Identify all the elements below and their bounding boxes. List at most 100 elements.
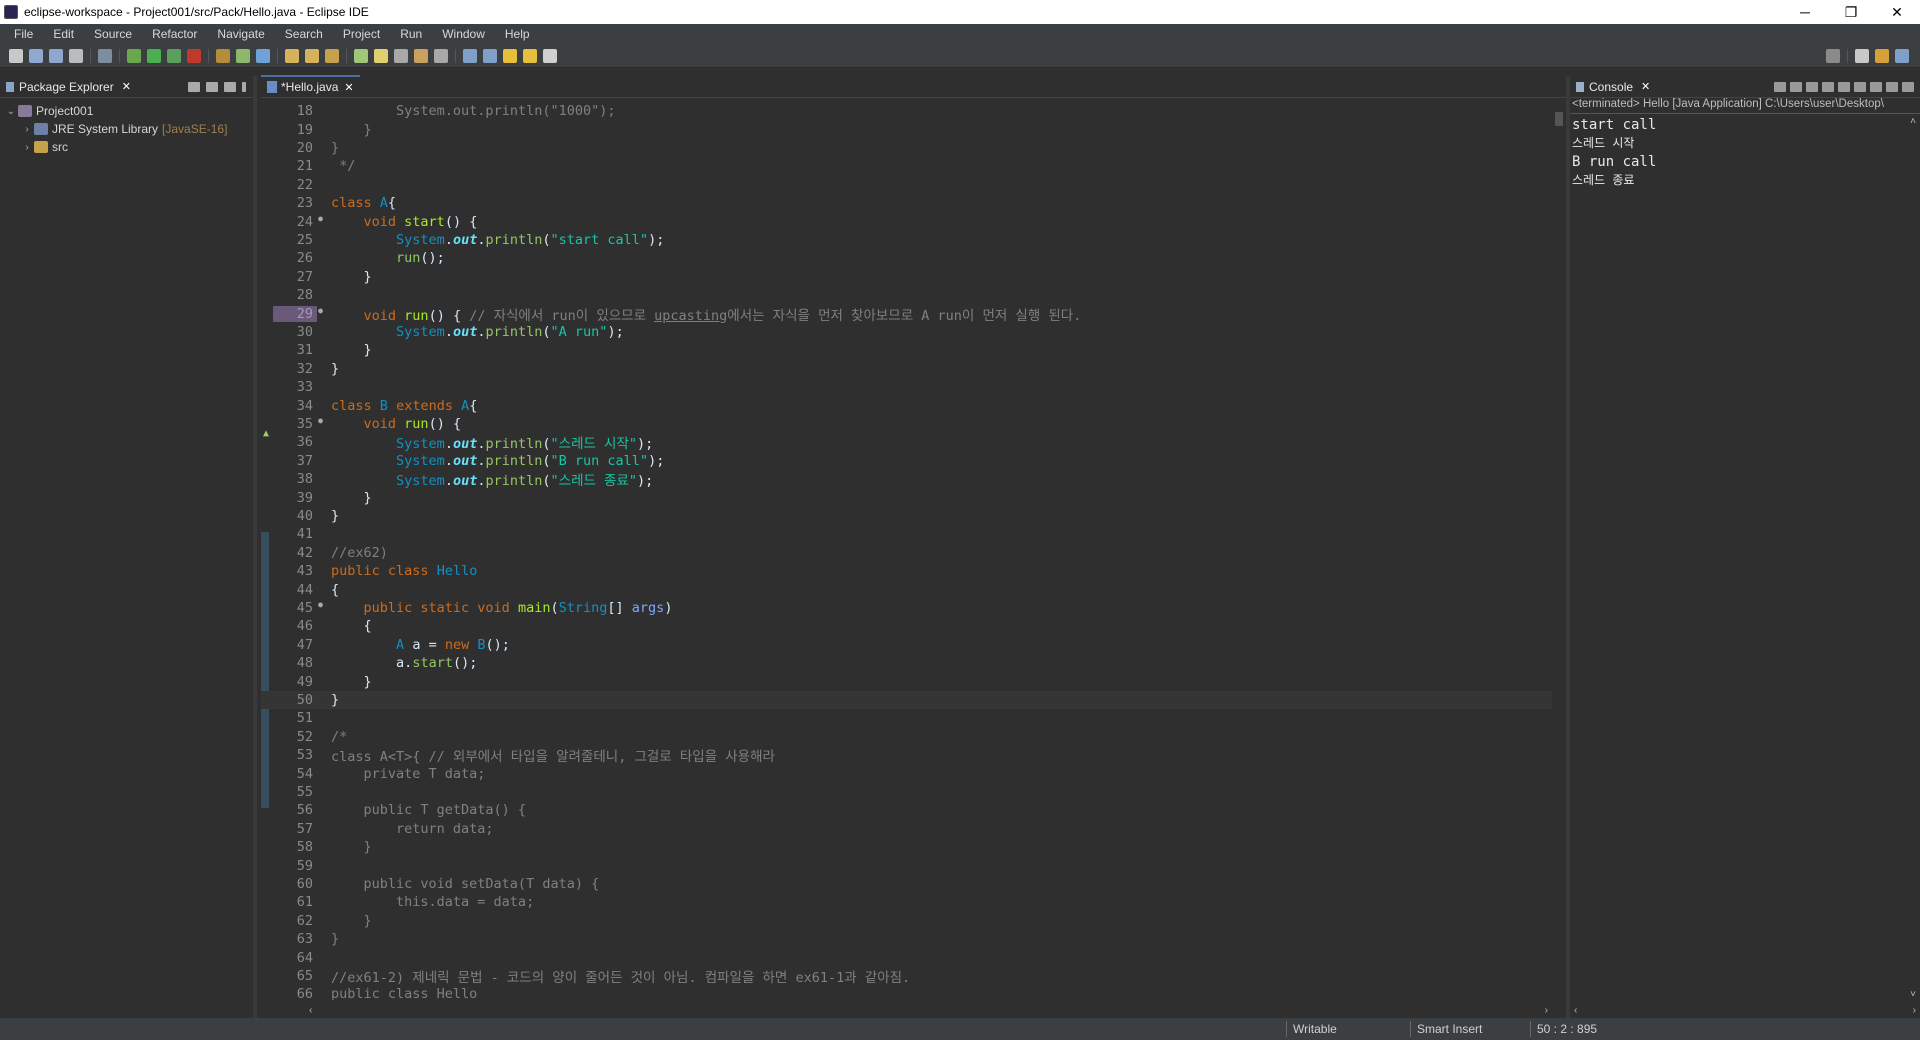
collapse-all-icon[interactable] (188, 81, 200, 92)
open-console-icon[interactable] (1902, 81, 1914, 92)
code-line[interactable]: 21 */ (261, 157, 1552, 175)
scroll-left-icon[interactable]: ‹ (1574, 1005, 1577, 1016)
close-icon[interactable]: ✕ (122, 80, 131, 93)
editor-horizontal-scrollbar[interactable]: ‹ › (305, 1002, 1552, 1018)
code-line[interactable]: 32} (261, 360, 1552, 378)
code-line[interactable]: 47 A a = new B(); (261, 636, 1552, 654)
remove-all-icon[interactable] (1806, 81, 1818, 92)
save-icon[interactable] (29, 48, 43, 63)
editor-vertical-scrollbar[interactable] (1552, 100, 1566, 1000)
code-line[interactable]: 46 { (261, 617, 1552, 635)
close-icon[interactable]: ✕ (1641, 80, 1650, 93)
tree-item-project001[interactable]: ⌄ Project001 (0, 102, 253, 120)
minimize-button[interactable]: ─ (1782, 0, 1828, 24)
word-wrap-icon[interactable] (1854, 81, 1866, 92)
code-line[interactable]: 48 a.start(); (261, 654, 1552, 672)
external-tools-icon[interactable] (187, 48, 201, 63)
code-line[interactable]: 58 } (261, 838, 1552, 856)
pin-editor-icon[interactable] (543, 48, 557, 63)
menu-project[interactable]: Project (333, 27, 390, 41)
code-line[interactable]: 42 //ex62) (261, 544, 1552, 562)
code-line[interactable]: 30 System.out.println("A run"); (261, 323, 1552, 341)
new-package-icon[interactable] (236, 48, 250, 63)
code-line[interactable]: 33 (261, 378, 1552, 396)
pin-console-icon[interactable] (1870, 81, 1882, 92)
new-icon[interactable] (9, 48, 23, 63)
code-line[interactable]: 39 } (261, 488, 1552, 506)
menu-refactor[interactable]: Refactor (142, 27, 207, 41)
remove-launch-icon[interactable] (1790, 81, 1802, 92)
pilcrow-icon[interactable] (434, 48, 448, 63)
code-line[interactable]: 37 System.out.println("B run call"); (261, 452, 1552, 470)
code-line[interactable]: 43 public class Hello (261, 562, 1552, 580)
terminal-icon[interactable] (69, 48, 83, 63)
code-line[interactable]: 26 run(); (261, 249, 1552, 267)
tab-console[interactable]: Console ✕ (1570, 76, 1656, 98)
code-line[interactable]: 59 (261, 856, 1552, 874)
open-task-icon[interactable] (305, 48, 319, 63)
code-line[interactable]: 28 (261, 286, 1552, 304)
code-line[interactable]: 54 private T data; (261, 764, 1552, 782)
skip-breakpoints-icon[interactable] (98, 48, 112, 63)
chevron-right-icon[interactable]: › (20, 142, 34, 153)
code-line[interactable]: 41 (261, 525, 1552, 543)
menu-edit[interactable]: Edit (43, 27, 84, 41)
clear-console-icon[interactable] (1822, 81, 1834, 92)
close-icon[interactable]: ✕ (344, 81, 353, 94)
next-annotation-icon[interactable] (463, 48, 477, 63)
code-line[interactable]: 53 class A<T>{ // 외부에서 타입을 알려줄테니, 그걸로 타입을… (261, 746, 1552, 765)
prev-annotation-icon[interactable] (483, 48, 497, 63)
debug-icon[interactable] (127, 48, 141, 63)
code-line[interactable]: 63} (261, 930, 1552, 948)
code-line[interactable]: 27 } (261, 268, 1552, 286)
scroll-thumb[interactable] (1555, 112, 1563, 126)
code-line[interactable]: 25 System.out.println("start call"); (261, 231, 1552, 249)
code-line[interactable]: 65 //ex61-2) 제네릭 문법 - 코드의 양이 줄어든 것이 아님. 컴… (261, 967, 1552, 986)
open-perspective-icon[interactable] (1855, 49, 1869, 63)
search-icon[interactable] (1826, 49, 1840, 63)
link-editor-icon[interactable] (206, 81, 218, 92)
console-vertical-scrollbar[interactable]: ˄ ˅ (1906, 116, 1920, 1000)
coverage-icon[interactable] (167, 48, 181, 63)
code-line[interactable]: 52 /* (261, 728, 1552, 746)
console-output[interactable]: start call 스레드 시작 B run call 스레드 종료 (1570, 114, 1920, 192)
menu-help[interactable]: Help (495, 27, 540, 41)
forward-icon[interactable] (523, 48, 537, 63)
fold-toggle-icon[interactable]: ● (318, 600, 323, 609)
tree-item-src[interactable]: › src (0, 138, 253, 156)
run-icon[interactable] (147, 48, 161, 63)
code-line[interactable]: 66 public class Hello (261, 985, 1552, 1000)
scroll-left-icon[interactable]: ‹ (309, 1005, 312, 1016)
code-line[interactable]: 24 ● void start() { (261, 212, 1552, 230)
scroll-right-icon[interactable]: › (1913, 1005, 1916, 1016)
code-line[interactable]: 34 class B extends A{ (261, 396, 1552, 414)
code-line[interactable]: 22 (261, 176, 1552, 194)
highlight-icon[interactable] (374, 48, 388, 63)
display-console-icon[interactable] (1886, 81, 1898, 92)
search-tool-icon[interactable] (325, 48, 339, 63)
save-all-icon[interactable] (49, 48, 63, 63)
fold-toggle-icon[interactable]: ● (318, 416, 323, 425)
code-line[interactable]: 61 this.data = data; (261, 893, 1552, 911)
code-line[interactable]: 55 (261, 783, 1552, 801)
code-line[interactable]: 62 } (261, 912, 1552, 930)
debug-perspective-icon[interactable] (1895, 49, 1909, 63)
chevron-down-icon[interactable]: ⌄ (4, 106, 18, 117)
status-insert-mode[interactable]: Smart Insert (1410, 1021, 1526, 1037)
tree-item-jre-library[interactable]: › JRE System Library [JavaSE-16] (0, 120, 253, 138)
code-editor[interactable]: ▲ 18 System.out.println("1000"); 19 } 20} 2… (261, 100, 1552, 1000)
java-perspective-icon[interactable] (1875, 49, 1889, 63)
code-line[interactable]: 19 } (261, 120, 1552, 138)
terminate-icon[interactable] (1774, 81, 1786, 92)
scroll-up-icon[interactable]: ˄ (1910, 116, 1916, 127)
menu-file[interactable]: File (4, 27, 43, 41)
show-whitespace-icon[interactable] (414, 48, 428, 63)
code-line[interactable]: 64 (261, 948, 1552, 966)
code-line[interactable]: 57 return data; (261, 820, 1552, 838)
code-line[interactable]: 51 (261, 709, 1552, 727)
tab-package-explorer[interactable]: Package Explorer ✕ (0, 76, 137, 98)
code-line[interactable]: 18 System.out.println("1000"); (261, 102, 1552, 120)
chevron-right-icon[interactable]: › (20, 124, 34, 135)
code-line[interactable]: 31 } (261, 341, 1552, 359)
open-type-icon[interactable] (285, 48, 299, 63)
